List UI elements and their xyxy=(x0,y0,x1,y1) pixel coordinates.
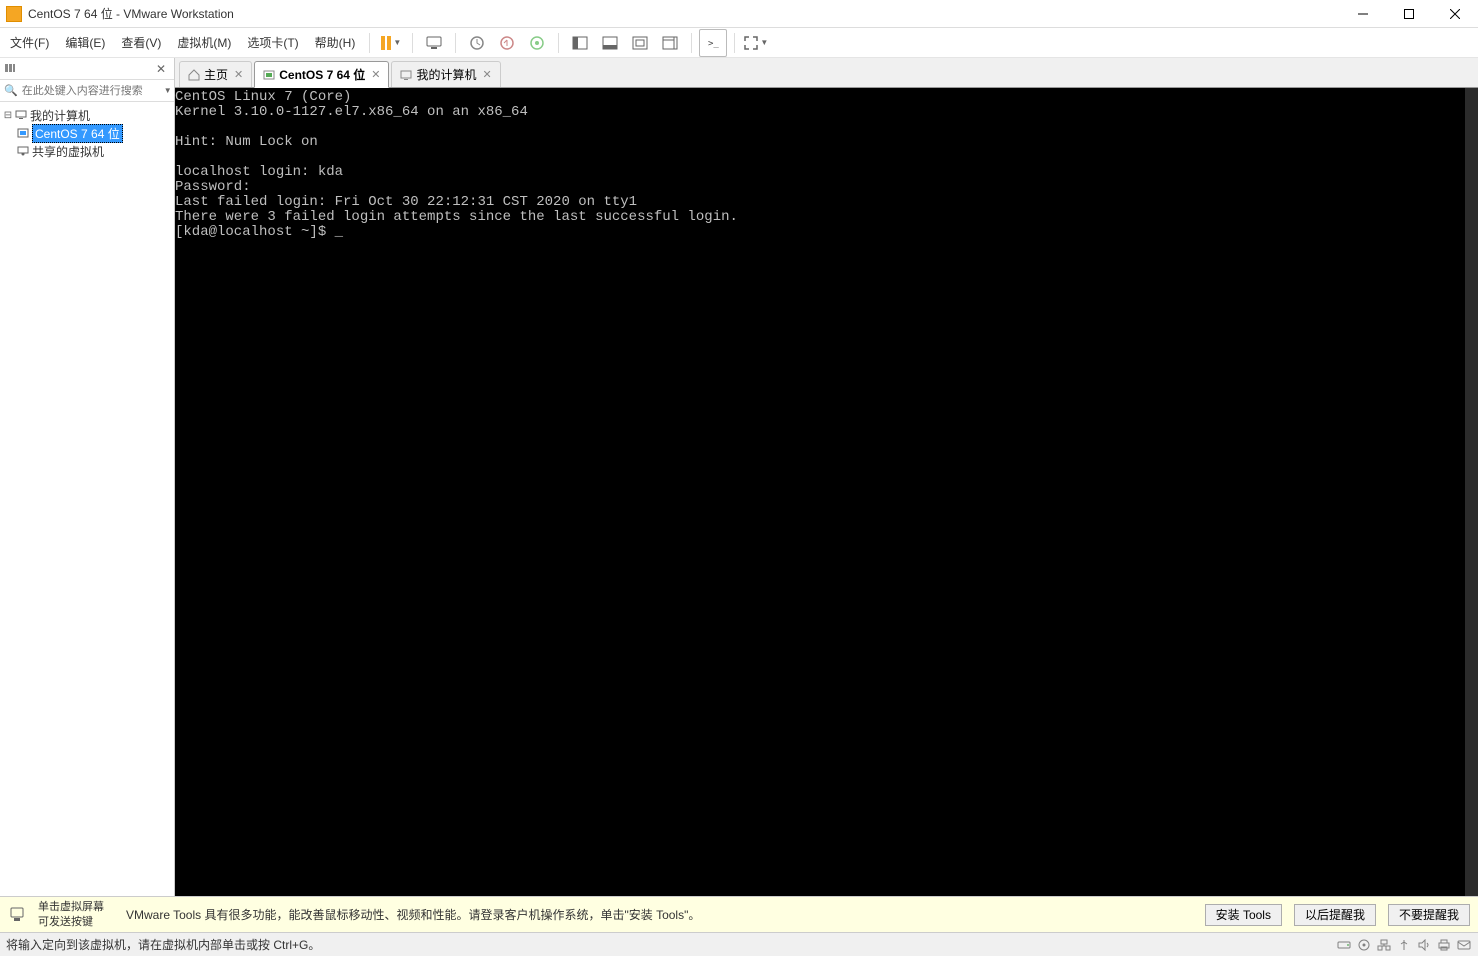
tab-label: 我的计算机 xyxy=(416,66,476,83)
home-icon xyxy=(188,69,200,81)
separator xyxy=(412,33,413,53)
tree-label: 共享的虚拟机 xyxy=(32,143,104,160)
tree-label: 我的计算机 xyxy=(30,107,90,124)
console-line: localhost login: kda xyxy=(175,164,343,180)
snapshot-manager-button[interactable] xyxy=(523,29,551,57)
window-title: CentOS 7 64 位 - VMware Workstation xyxy=(28,5,1340,22)
tab-label: CentOS 7 64 位 xyxy=(279,66,365,83)
notify-hint-line1: 单击虚拟屏幕 xyxy=(38,900,104,914)
library-close-button[interactable]: ✕ xyxy=(152,62,170,76)
statusbar: 将输入定向到该虚拟机，请在虚拟机内部单击或按 Ctrl+G。 xyxy=(0,932,1478,956)
separator xyxy=(455,33,456,53)
library-searchbox: 🔍 ▼ xyxy=(0,80,174,102)
status-message: 将输入定向到该虚拟机，请在虚拟机内部单击或按 Ctrl+G。 xyxy=(6,936,320,953)
notification-bar: 单击虚拟屏幕 可发送按键 VMware Tools 具有很多功能，能改善鼠标移动… xyxy=(0,896,1478,932)
menu-file[interactable]: 文件(F) xyxy=(2,30,57,55)
separator xyxy=(558,33,559,53)
show-console-button[interactable] xyxy=(596,29,624,57)
notify-hint-line2: 可发送按键 xyxy=(38,915,104,929)
tab-close-button[interactable]: ✕ xyxy=(483,68,492,81)
menubar: 文件(F) 编辑(E) 查看(V) 虚拟机(M) 选项卡(T) 帮助(H) ▼ … xyxy=(0,28,1478,58)
console-scrollbar[interactable] xyxy=(1465,88,1478,896)
separator xyxy=(734,33,735,53)
quick-switch-button[interactable]: >_ xyxy=(699,29,727,57)
vm-icon xyxy=(263,69,275,81)
printer-icon[interactable] xyxy=(1436,937,1452,953)
sound-icon[interactable] xyxy=(1416,937,1432,953)
menu-help[interactable]: 帮助(H) xyxy=(307,30,364,55)
hdd-icon[interactable] xyxy=(1336,937,1352,953)
message-icon[interactable] xyxy=(1456,937,1472,953)
install-tools-button[interactable]: 安装 Tools xyxy=(1205,904,1282,926)
fullscreen-button[interactable]: ▼ xyxy=(742,29,770,57)
vm-console[interactable]: CentOS Linux 7 (Core) Kernel 3.10.0-1127… xyxy=(175,88,1478,896)
console-line: Password: xyxy=(175,179,251,195)
snapshot-take-button[interactable] xyxy=(463,29,491,57)
library-search-input[interactable] xyxy=(22,85,164,97)
library-panel: ✕ 🔍 ▼ ⊟ 我的计算机 CentOS 7 64 位 xyxy=(0,58,175,896)
snapshot-revert-button[interactable] xyxy=(493,29,521,57)
tab-home[interactable]: 主页 ✕ xyxy=(179,61,252,87)
view-unity-button[interactable] xyxy=(626,29,654,57)
tabbar: 主页 ✕ CentOS 7 64 位 ✕ 我的计算机 ✕ xyxy=(175,58,1478,88)
tree-vm-centos[interactable]: CentOS 7 64 位 xyxy=(2,124,172,142)
computer-icon xyxy=(14,109,28,121)
usb-icon[interactable] xyxy=(1396,937,1412,953)
tab-centos[interactable]: CentOS 7 64 位 ✕ xyxy=(254,61,389,88)
main-row: ✕ 🔍 ▼ ⊟ 我的计算机 CentOS 7 64 位 xyxy=(0,58,1478,896)
tree-shared-vms[interactable]: 共享的虚拟机 xyxy=(2,142,172,160)
tab-close-button[interactable]: ✕ xyxy=(234,68,243,81)
menu-vm[interactable]: 虚拟机(M) xyxy=(169,30,239,55)
titlebar: CentOS 7 64 位 - VMware Workstation xyxy=(0,0,1478,28)
view-multimonitor-button[interactable] xyxy=(656,29,684,57)
chevron-down-icon: ▼ xyxy=(393,38,401,47)
close-button[interactable] xyxy=(1432,0,1478,28)
send-ctrl-alt-del-button[interactable] xyxy=(420,29,448,57)
search-dropdown-button[interactable]: ▼ xyxy=(164,86,172,95)
search-icon: 🔍 xyxy=(4,84,18,97)
maximize-button[interactable] xyxy=(1386,0,1432,28)
svg-text:>_: >_ xyxy=(708,39,719,49)
shared-icon xyxy=(16,145,30,157)
computer-icon xyxy=(400,69,412,81)
library-icon xyxy=(4,62,18,76)
tab-mycomputer[interactable]: 我的计算机 ✕ xyxy=(391,61,500,87)
network-icon[interactable] xyxy=(1376,937,1392,953)
notify-hint: 单击虚拟屏幕 可发送按键 xyxy=(38,900,104,929)
tree-mycomputer[interactable]: ⊟ 我的计算机 xyxy=(2,106,172,124)
menu-tabs[interactable]: 选项卡(T) xyxy=(239,30,306,55)
tab-close-button[interactable]: ✕ xyxy=(371,68,380,81)
console-line: Last failed login: Fri Oct 30 22:12:31 C… xyxy=(175,194,637,210)
library-header: ✕ xyxy=(0,58,174,80)
vm-icon xyxy=(16,127,30,139)
library-tree: ⊟ 我的计算机 CentOS 7 64 位 共享的虚拟机 xyxy=(0,102,174,164)
tree-label: CentOS 7 64 位 xyxy=(32,124,123,143)
app-icon xyxy=(6,6,22,22)
separator xyxy=(691,33,692,53)
remind-later-button[interactable]: 以后提醒我 xyxy=(1294,904,1376,926)
console-line: Hint: Num Lock on xyxy=(175,134,318,150)
console-line: Kernel 3.10.0-1127.el7.x86_64 on an x86_… xyxy=(175,104,528,120)
mouse-icon xyxy=(8,906,26,924)
never-remind-button[interactable]: 不要提醒我 xyxy=(1388,904,1470,926)
console-line: There were 3 failed login attempts since… xyxy=(175,209,738,225)
console-prompt: [kda@localhost ~]$ _ xyxy=(175,224,343,240)
content-area: 主页 ✕ CentOS 7 64 位 ✕ 我的计算机 ✕ CentOS Linu… xyxy=(175,58,1478,896)
notify-message: VMware Tools 具有很多功能，能改善鼠标移动性、视频和性能。请登录客户… xyxy=(126,906,1193,923)
separator xyxy=(369,33,370,53)
console-line: CentOS Linux 7 (Core) xyxy=(175,89,351,105)
power-pause-button[interactable]: ▼ xyxy=(377,29,405,57)
show-sidebar-button[interactable] xyxy=(566,29,594,57)
status-icons xyxy=(1336,937,1472,953)
menu-view[interactable]: 查看(V) xyxy=(113,30,169,55)
cd-icon[interactable] xyxy=(1356,937,1372,953)
chevron-down-icon: ▼ xyxy=(760,38,768,47)
tab-label: 主页 xyxy=(204,66,228,83)
menu-edit[interactable]: 编辑(E) xyxy=(57,30,113,55)
collapse-icon[interactable]: ⊟ xyxy=(2,110,14,121)
minimize-button[interactable] xyxy=(1340,0,1386,28)
